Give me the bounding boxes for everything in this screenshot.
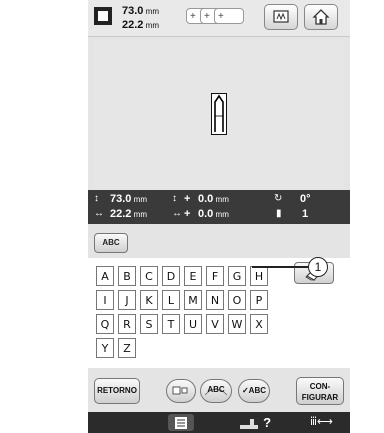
return-button[interactable]: RETORNO	[94, 378, 140, 404]
key-e[interactable]: E	[184, 266, 202, 286]
sewing-machine-icon	[240, 419, 258, 430]
home-icon	[312, 9, 330, 25]
font-select-button[interactable]: ABC	[94, 233, 128, 253]
height-readout: 73.0 mm	[110, 193, 147, 205]
key-u[interactable]: U	[184, 314, 202, 334]
needle-position-button[interactable]: ⅲ⟷	[310, 414, 346, 431]
callout-line	[252, 266, 308, 268]
key-p[interactable]: P	[250, 290, 268, 310]
top-bar: 73.0 mm 22.2 mm + + +	[88, 0, 350, 37]
help-label: ?	[263, 415, 272, 430]
key-a[interactable]: A	[96, 266, 114, 286]
letter-preview	[214, 94, 224, 132]
key-w[interactable]: W	[228, 314, 246, 334]
help-button[interactable]: ?	[238, 414, 284, 431]
zoom-indicator[interactable]: + + +	[186, 8, 250, 26]
rotation-icon: ↻	[274, 193, 283, 204]
pattern-preview-area	[94, 40, 344, 188]
key-t[interactable]: T	[162, 314, 180, 334]
thread-count-readout: 1	[302, 208, 309, 220]
arrangement-button[interactable]	[166, 379, 196, 403]
key-j[interactable]: J	[118, 290, 136, 310]
key-q[interactable]: Q	[96, 314, 114, 334]
key-g[interactable]: G	[228, 266, 246, 286]
plus-sign: +	[184, 193, 191, 205]
check-text-button[interactable]: ✓ABC	[238, 379, 270, 403]
key-c[interactable]: C	[140, 266, 158, 286]
embroidery-screen: 73.0 mm 22.2 mm + + + ↕ 73.0 mm ↔ 22.2 m…	[88, 0, 350, 433]
key-r[interactable]: R	[118, 314, 136, 334]
status-bar: ? ⅲ⟷	[88, 412, 350, 433]
size-icon	[94, 7, 112, 25]
key-o[interactable]: O	[228, 290, 246, 310]
key-f[interactable]: F	[206, 266, 224, 286]
pattern-height-readout: 22.2 mm	[122, 19, 159, 31]
key-m[interactable]: M	[184, 290, 202, 310]
home-button[interactable]	[304, 4, 338, 30]
configure-button[interactable]: CON- FIGURAR	[296, 377, 344, 405]
key-d[interactable]: D	[162, 266, 180, 286]
needle-arrow-icon: ⅲ⟷	[310, 416, 333, 428]
key-s[interactable]: S	[140, 314, 158, 334]
width-readout: 22.2 mm	[110, 208, 147, 220]
bottom-controls: RETORNO ABC ✓ABC CON- FIGURAR	[88, 372, 350, 410]
height-icon: ↕	[94, 193, 99, 204]
horizontal-offset-readout: 0.0 mm	[198, 208, 229, 220]
configure-label-line1: CON-	[309, 382, 331, 391]
key-y[interactable]: Y	[96, 338, 114, 358]
key-k[interactable]: K	[140, 290, 158, 310]
callout-number: 1	[308, 257, 328, 277]
key-z[interactable]: Z	[118, 338, 136, 358]
key-v[interactable]: V	[206, 314, 224, 334]
key-i[interactable]: I	[96, 290, 114, 310]
horizontal-offset-icon: ↔	[172, 208, 182, 219]
key-x[interactable]: X	[250, 314, 268, 334]
arrangement-icon	[172, 386, 188, 395]
list-button[interactable]	[168, 414, 194, 431]
rotation-readout: 0°	[300, 193, 311, 205]
width-icon: ↔	[94, 208, 104, 219]
vertical-offset-readout: 0.0 mm	[198, 193, 229, 205]
key-h[interactable]: H	[250, 266, 268, 286]
memory-card-icon	[273, 10, 289, 23]
key-b[interactable]: B	[118, 266, 136, 286]
plus-sign: +	[184, 208, 191, 220]
pattern-bounding-box	[211, 93, 227, 135]
memory-button[interactable]	[264, 4, 298, 30]
arc-text-button[interactable]: ABC	[200, 379, 232, 403]
vertical-offset-icon: ↕	[172, 193, 177, 204]
key-l[interactable]: L	[162, 290, 180, 310]
thread-spool-icon: ▮	[276, 208, 282, 219]
list-icon	[175, 417, 187, 429]
info-bar: ↕ 73.0 mm ↔ 22.2 mm ↕ + 0.0 mm ↔ + 0.0 m…	[88, 190, 350, 224]
configure-label-line2: FIGURAR	[301, 393, 339, 402]
pattern-width-readout: 73.0 mm	[122, 5, 159, 17]
key-n[interactable]: N	[206, 290, 224, 310]
zoom-400[interactable]: +	[214, 8, 244, 24]
arc-text-label: ABC	[207, 385, 225, 394]
